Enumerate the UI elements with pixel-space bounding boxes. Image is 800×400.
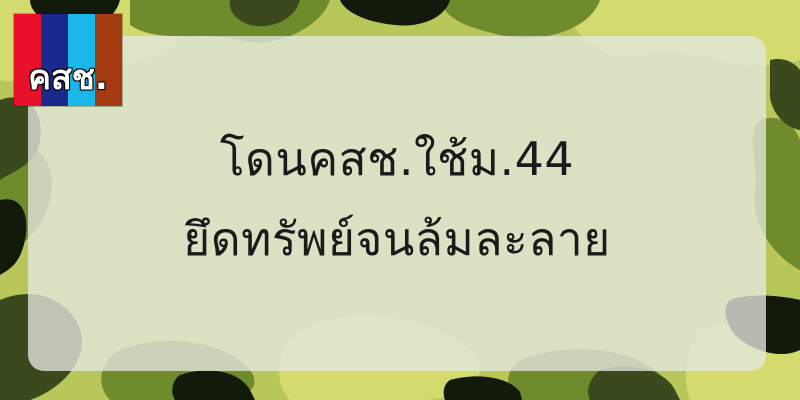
- banner-canvas: โดนคสช.ใช้ม.44 ยึดทรัพย์จนล้มละลาย คสช.: [0, 0, 800, 400]
- headline-line-2: ยึดทรัพย์จนล้มละลาย: [183, 211, 611, 266]
- headline-line-1: โดนคสช.ใช้ม.44: [219, 132, 575, 186]
- headline-block: โดนคสช.ใช้ม.44 ยึดทรัพย์จนล้มละลาย: [28, 36, 766, 371]
- ncpo-logo: คสช.: [14, 14, 122, 106]
- logo-text: คสช.: [28, 58, 108, 98]
